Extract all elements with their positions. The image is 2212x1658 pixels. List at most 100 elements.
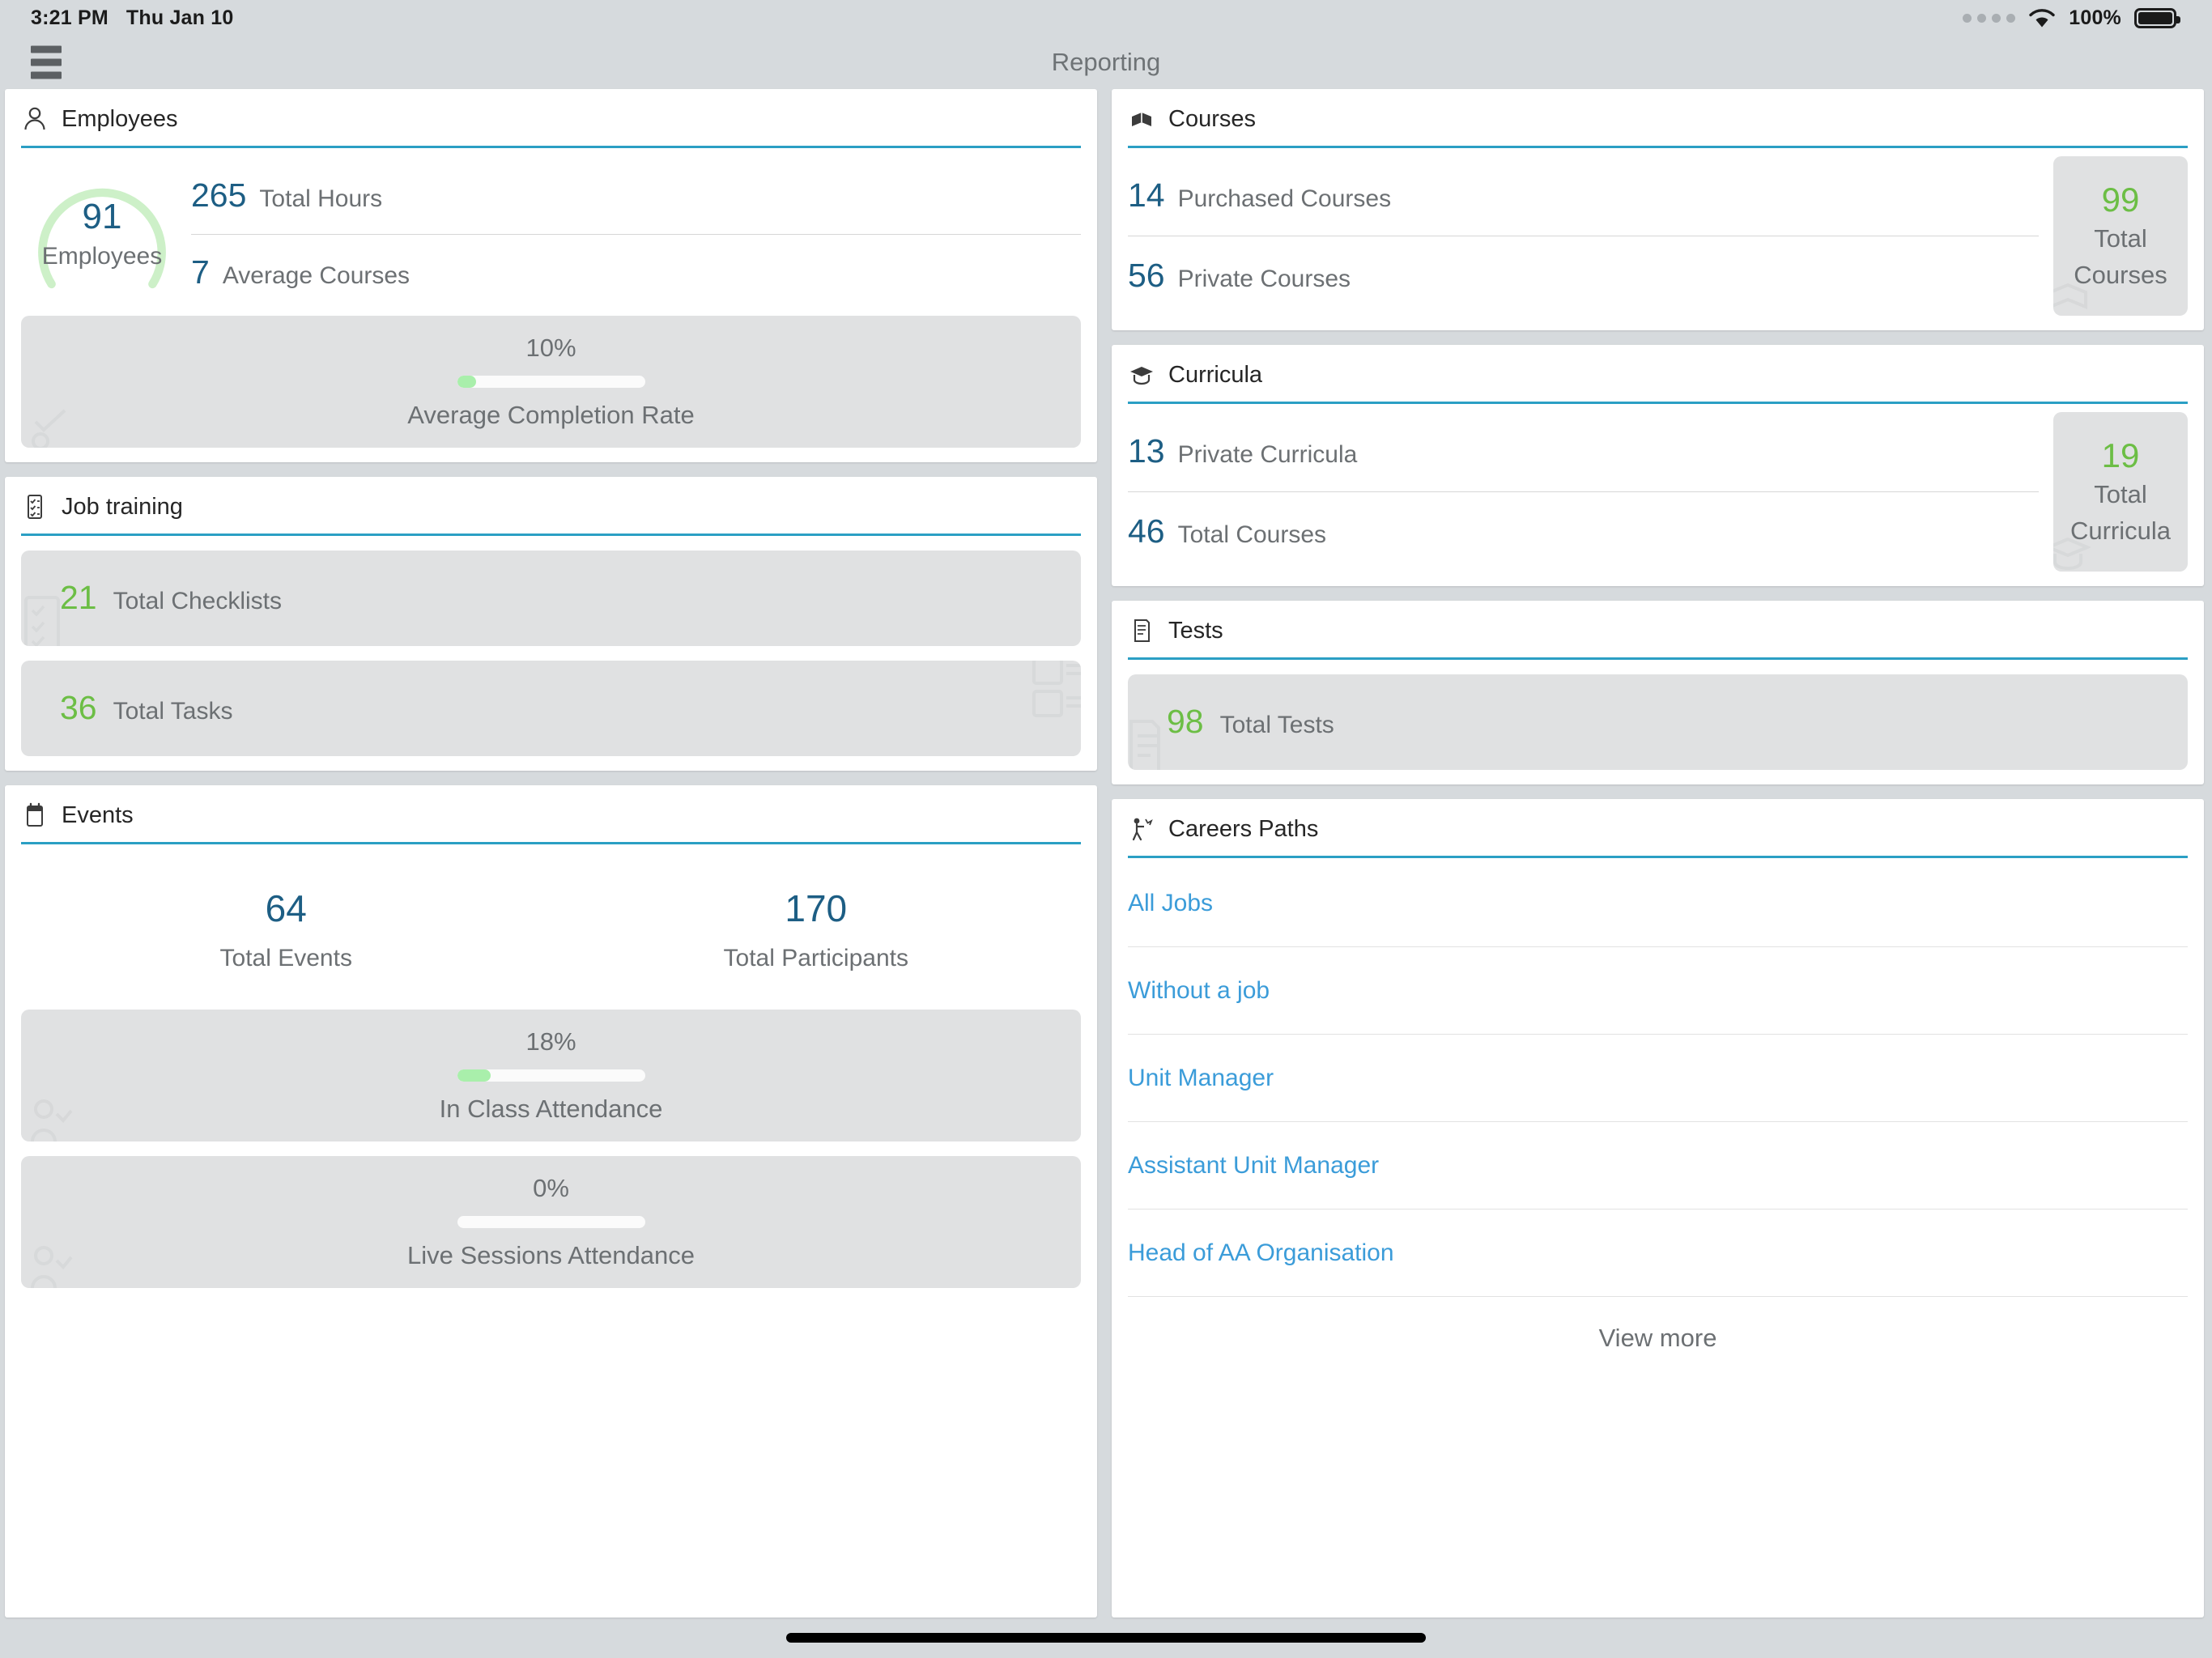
left-column: Employees 91 Employees 265 Total Hours 7… <box>5 89 1097 1618</box>
tests-card-title: Tests <box>1168 617 1223 644</box>
stat-label: Average Courses <box>222 262 410 289</box>
stat-value: 46 <box>1128 512 1165 550</box>
total-value: 19 <box>2101 436 2140 474</box>
graduation-cap-icon <box>1128 361 1155 389</box>
book-icon <box>1128 105 1155 133</box>
career-path-item[interactable]: Without a job <box>1128 947 2188 1035</box>
status-time: 3:21 PM <box>31 6 108 29</box>
view-more-button[interactable]: View more <box>1128 1297 2188 1380</box>
courses-card: Courses 14 Purchased Courses 56 Private … <box>1112 89 2204 330</box>
progress-bar <box>457 1216 645 1228</box>
stat-value: 14 <box>1128 176 1165 214</box>
progress-percent-label: 0% <box>533 1174 569 1202</box>
curricula-card-title: Curricula <box>1168 361 1263 388</box>
job-training-card: Job training 21 Total Checklists 36 Tota… <box>5 477 1097 771</box>
tile-value: 21 <box>60 579 97 616</box>
employees-gauge-value: 91 <box>82 196 122 236</box>
tasks-watermark-icon <box>1026 661 1081 722</box>
tile-label: Total Checklists <box>113 588 283 614</box>
in-class-attendance-tile: 18% In Class Attendance <box>21 1010 1081 1141</box>
page-title: Reporting <box>1051 48 1161 76</box>
test-watermark-icon <box>1128 715 1172 770</box>
total-checklists-tile: 21 Total Checklists <box>21 551 1081 646</box>
career-path-item[interactable]: All Jobs <box>1128 860 2188 947</box>
career-path-item[interactable]: Unit Manager <box>1128 1035 2188 1122</box>
total-label-line1: Total <box>2094 223 2147 253</box>
stat-private-curricula: 13 Private Curricula <box>1128 412 2039 491</box>
progress-percent-label: 10% <box>525 334 576 362</box>
average-completion-rate-tile: 10% Average Completion Rate <box>21 316 1081 448</box>
dashboard: Employees 91 Employees 265 Total Hours 7… <box>0 89 2212 1618</box>
person-icon <box>21 105 49 133</box>
careers-paths-card-title: Careers Paths <box>1168 815 1319 842</box>
total-label-line2: Courses <box>2074 260 2167 289</box>
stat-value: 265 <box>191 176 247 214</box>
stat-average-courses: 7 Average Courses <box>191 235 1081 311</box>
signal-dots-icon <box>1963 13 2016 23</box>
employees-card: Employees 91 Employees 265 Total Hours 7… <box>5 89 1097 462</box>
completion-watermark-icon <box>29 406 76 448</box>
live-sessions-attendance-tile: 0% Live Sessions Attendance <box>21 1156 1081 1288</box>
courses-card-title: Courses <box>1168 105 1256 132</box>
stat-label: Private Courses <box>1177 266 1351 292</box>
stat-label: Total Events <box>219 945 352 971</box>
careers-paths-card: Careers Paths All Jobs Without a job Uni… <box>1112 799 2204 1618</box>
career-path-item[interactable]: Head of AA Organisation <box>1128 1209 2188 1297</box>
stat-total-courses: 46 Total Courses <box>1128 492 2039 572</box>
home-indicator[interactable] <box>786 1633 1426 1643</box>
home-indicator-area <box>0 1618 2212 1658</box>
total-tasks-tile: 36 Total Tasks <box>21 661 1081 756</box>
stat-label: Purchased Courses <box>1177 185 1392 212</box>
stat-private-courses: 56 Private Courses <box>1128 236 2039 316</box>
progress-caption: In Class Attendance <box>439 1095 663 1123</box>
progress-caption: Live Sessions Attendance <box>406 1241 696 1269</box>
tile-label: Total Tests <box>1219 712 1334 738</box>
calendar-icon <box>21 801 49 829</box>
stat-label: Total Hours <box>259 185 383 212</box>
tile-value: 98 <box>1167 703 1204 740</box>
progress-bar <box>457 376 645 388</box>
stat-value: 7 <box>191 253 210 291</box>
status-date: Thu Jan 10 <box>125 6 234 29</box>
employees-card-title: Employees <box>62 105 178 132</box>
progress-percent-label: 18% <box>525 1027 576 1056</box>
total-courses-panel: 99 Total Courses <box>2053 156 2188 316</box>
total-tests-tile: 98 Total Tests <box>1128 674 2188 770</box>
attendance-watermark-icon <box>28 1096 74 1141</box>
right-column: Courses 14 Purchased Courses 56 Private … <box>1112 89 2204 1618</box>
career-path-item[interactable]: Assistant Unit Manager <box>1128 1122 2188 1209</box>
stat-total-hours: 265 Total Hours <box>191 158 1081 234</box>
test-paper-icon <box>1128 617 1155 644</box>
stat-total-participants: 170 Total Participants <box>551 890 1082 972</box>
careers-paths-list: All Jobs Without a job Unit Manager Assi… <box>1128 858 2188 1380</box>
total-value: 99 <box>2101 180 2140 219</box>
stat-purchased-courses: 14 Purchased Courses <box>1128 156 2039 236</box>
wifi-icon <box>2028 7 2056 28</box>
stat-value: 170 <box>785 887 848 929</box>
total-curricula-panel: 19 Total Curricula <box>2053 412 2188 572</box>
navigation-bar: Reporting <box>0 36 2212 89</box>
stat-value: 64 <box>265 887 307 929</box>
stat-label: Total Courses <box>1177 521 1327 548</box>
tile-label: Total Tasks <box>113 698 233 725</box>
total-label-line2: Curricula <box>2069 516 2172 545</box>
stat-total-events: 64 Total Events <box>21 890 551 972</box>
battery-icon <box>2134 7 2180 28</box>
status-bar: 3:21 PM Thu Jan 10 100% <box>0 0 2212 36</box>
events-card-title: Events <box>62 801 134 828</box>
stat-label: Private Curricula <box>1177 441 1358 468</box>
checklist-icon <box>21 493 49 521</box>
live-session-watermark-icon <box>28 1243 74 1288</box>
employees-gauge: 91 Employees <box>21 158 183 311</box>
events-card: Events 64 Total Events 170 Total Partici… <box>5 785 1097 1618</box>
stat-value: 13 <box>1128 432 1165 470</box>
progress-caption: Average Completion Rate <box>407 401 695 429</box>
tests-card: Tests 98 Total Tests <box>1112 601 2204 784</box>
curricula-card: Curricula 13 Private Curricula 46 Total … <box>1112 345 2204 586</box>
total-label-line1: Total <box>2094 479 2147 508</box>
stat-value: 56 <box>1128 257 1165 294</box>
tile-value: 36 <box>60 689 97 726</box>
progress-bar <box>457 1069 645 1082</box>
hamburger-menu-icon[interactable] <box>31 45 62 79</box>
stat-label: Total Participants <box>723 945 908 971</box>
